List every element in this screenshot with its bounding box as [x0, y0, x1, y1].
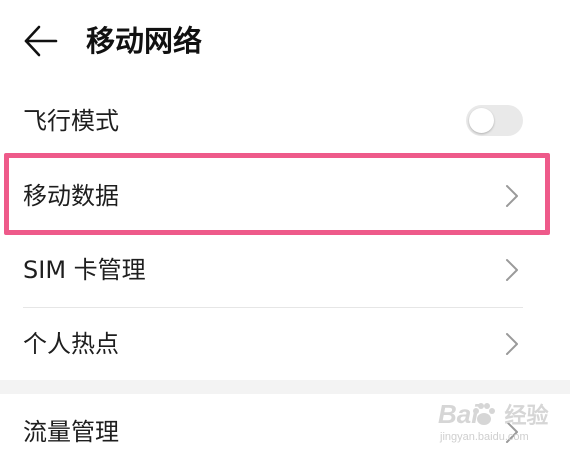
sim-card-management-label: SIM 卡管理	[23, 256, 146, 284]
data-usage-label: 流量管理	[23, 418, 119, 446]
app-header: 移动网络	[0, 0, 570, 84]
watermark-url: jingyan.baidu.com	[440, 431, 529, 443]
section-separator	[0, 380, 570, 394]
chevron-right-icon	[506, 333, 518, 355]
baidu-jingyan-watermark: Bai 经验 jingyan.baidu.com	[436, 398, 566, 450]
personal-hotspot-label: 个人热点	[23, 330, 119, 358]
toggle-knob	[469, 108, 494, 133]
airplane-mode-label: 飞行模式	[23, 107, 119, 135]
paw-icon	[473, 403, 495, 425]
personal-hotspot-row[interactable]: 个人热点	[0, 308, 570, 382]
page-title: 移动网络	[86, 24, 203, 58]
arrow-left-icon[interactable]	[22, 22, 60, 60]
airplane-mode-toggle[interactable]	[466, 105, 523, 136]
chevron-right-icon	[506, 259, 518, 281]
highlight-box	[4, 153, 550, 235]
sim-card-management-row[interactable]: SIM 卡管理	[0, 234, 570, 308]
